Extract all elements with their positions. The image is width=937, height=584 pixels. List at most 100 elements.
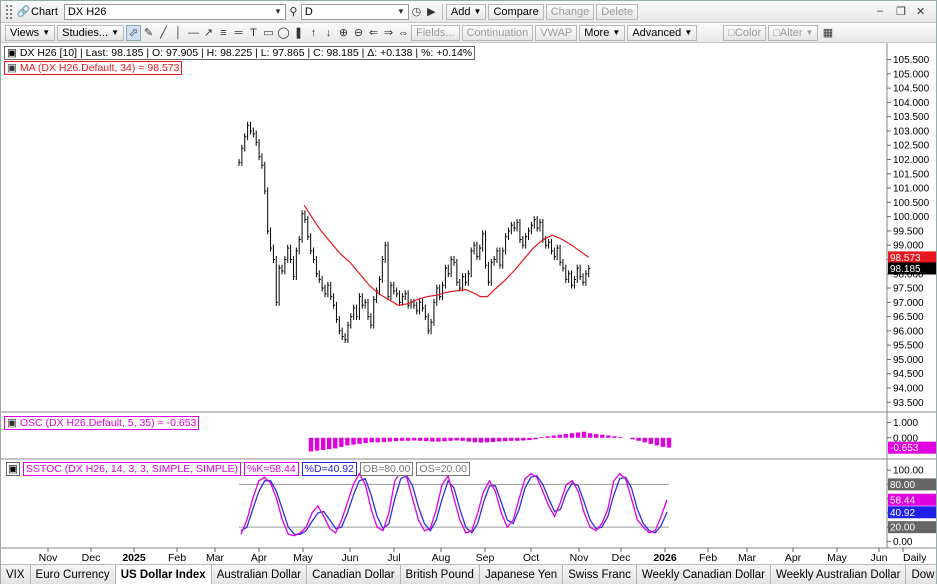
- compare-button[interactable]: Compare: [488, 3, 544, 20]
- tab-weekly-australian-dollar[interactable]: Weekly Australian Dollar: [771, 565, 907, 584]
- time-tick-label: Nov: [39, 552, 58, 564]
- more-button[interactable]: More ▼: [579, 24, 626, 41]
- tab-us-dollar-index[interactable]: US Dollar Index: [115, 565, 212, 584]
- fields-button[interactable]: Fields...: [410, 24, 460, 41]
- tab-dow-jones[interactable]: Dow Jones: [906, 565, 936, 584]
- zoom-in-icon[interactable]: ⊕: [336, 25, 351, 41]
- alter-button[interactable]: □ Alter ▼: [768, 24, 819, 41]
- minimize-icon[interactable]: –: [877, 5, 883, 17]
- scroll-right-icon[interactable]: ⇒: [381, 25, 396, 41]
- chevron-down-icon[interactable]: ▼: [397, 7, 405, 16]
- osc-marker-label: -0.653: [890, 443, 919, 454]
- views-button[interactable]: Views ▼: [5, 24, 56, 41]
- ray-icon[interactable]: ↗: [201, 25, 216, 41]
- oscillator-axis: 1.0000.000: [887, 418, 918, 444]
- pane-menu-icon[interactable]: ▣: [7, 62, 17, 74]
- grid-icon[interactable]: ▦: [820, 25, 835, 41]
- vwap-button[interactable]: VWAP: [535, 24, 578, 41]
- color-label: Color: [734, 26, 762, 39]
- pane-menu-icon[interactable]: ▣: [7, 47, 17, 59]
- price-tick-label: 93.500: [893, 398, 924, 409]
- sstoc-marker-label: 40.92: [890, 508, 915, 519]
- channel-icon[interactable]: ═: [231, 25, 246, 41]
- quote-last: Last: 98.185: [85, 47, 144, 59]
- time-tick-label: May: [827, 552, 848, 564]
- zoom-out-icon[interactable]: ⊖: [351, 25, 366, 41]
- arrow-up-icon[interactable]: ↑: [306, 25, 321, 41]
- symbol-input[interactable]: DX H26 ▼: [63, 3, 286, 20]
- tab-japanese-yen[interactable]: Japanese Yen: [479, 565, 564, 584]
- chevron-down-icon[interactable]: ▼: [274, 7, 282, 16]
- chart-window: 🔗 Chart DX H26 ▼ ⚲ D ▼ ◷ ▶ Add ▼ Compare…: [0, 0, 937, 584]
- drag-grip-icon[interactable]: [5, 3, 13, 20]
- price-tick-label: 102.500: [893, 141, 930, 152]
- link-icon[interactable]: 🔗: [16, 4, 31, 20]
- price-tick-label: 96.500: [893, 312, 924, 323]
- price-tick-label: 94.000: [893, 384, 924, 395]
- advanced-label: Advanced: [632, 26, 682, 39]
- vertical-line-icon[interactable]: │: [171, 25, 186, 41]
- close-icon[interactable]: ✕: [916, 5, 925, 18]
- scroll-left-icon[interactable]: ⇐: [366, 25, 381, 41]
- time-tick-label: Sep: [476, 552, 495, 564]
- pane-menu-icon[interactable]: ▣: [6, 462, 20, 476]
- continuation-button[interactable]: Continuation: [461, 24, 534, 41]
- interval-input[interactable]: D ▼: [300, 3, 409, 20]
- quote-open: O: 97.905: [151, 47, 199, 59]
- tab-british-pound[interactable]: British Pound: [400, 565, 480, 584]
- osc-label[interactable]: ▣ OSC (DX H26.Default, 5, 35) = -0.653: [4, 416, 200, 430]
- sstoc-label-text: SSTOC (DX H26, 14, 3, 3, SIMPLE, SIMPLE): [22, 462, 242, 476]
- rectangle-icon[interactable]: ▭: [261, 25, 276, 41]
- interval-value: D: [304, 5, 313, 18]
- tab-euro-currency[interactable]: Euro Currency: [30, 565, 116, 584]
- price-tick-label: 100.500: [893, 198, 930, 209]
- tab-vix[interactable]: VIX: [1, 565, 31, 584]
- symbol-value: DX H26: [67, 5, 107, 18]
- sstoc-label[interactable]: ▣ SSTOC (DX H26, 14, 3, 3, SIMPLE, SIMPL…: [4, 462, 472, 476]
- price-tick-label: 95.500: [893, 341, 924, 352]
- tab-canadian-dollar[interactable]: Canadian Dollar: [307, 565, 401, 584]
- cursor-icon[interactable]: ⬀: [125, 24, 141, 41]
- clock-icon[interactable]: ◷: [409, 4, 424, 20]
- horizontal-line-icon[interactable]: —: [186, 25, 201, 41]
- line-tool-icon[interactable]: ╱: [156, 25, 171, 41]
- sstoc-marker-label: 80.00: [890, 480, 915, 491]
- window-title: Chart: [31, 5, 58, 18]
- bars-icon[interactable]: ❚: [291, 25, 306, 41]
- color-button[interactable]: □ Color: [723, 24, 767, 41]
- price-tick-label: 103.500: [893, 112, 930, 123]
- price-marker-label: 98.573: [890, 253, 921, 264]
- play-icon[interactable]: ▶: [424, 4, 439, 20]
- ma-label[interactable]: ▣ MA (DX H26.Default, 34) = 98.573: [4, 61, 183, 75]
- ellipse-icon[interactable]: ◯: [276, 25, 291, 41]
- tab-australian-dollar[interactable]: Australian Dollar: [211, 565, 308, 584]
- pencil-icon[interactable]: ✎: [141, 25, 156, 41]
- oscillator-marker: -0.653: [888, 441, 936, 454]
- color-swatch-icon: □: [728, 26, 735, 39]
- delete-button[interactable]: Delete: [596, 3, 639, 20]
- price-tick-label: 104.000: [893, 98, 930, 109]
- compress-icon[interactable]: ⇔: [396, 25, 411, 41]
- price-marker-label: 98.185: [890, 264, 921, 275]
- time-tick-label: Jun: [342, 552, 359, 564]
- advanced-button[interactable]: Advanced ▼: [627, 24, 698, 41]
- arrow-down-icon[interactable]: ↓: [321, 25, 336, 41]
- tab-weekly-canadian-dollar[interactable]: Weekly Canadian Dollar: [636, 565, 771, 584]
- fib-icon[interactable]: ≡: [216, 25, 231, 41]
- price-tick-label: 99.000: [893, 241, 924, 252]
- chart-canvas[interactable]: 105.500 105.000 104.500 104.000 103.500 103.0…: [1, 43, 936, 564]
- restore-icon[interactable]: ❐: [896, 5, 906, 18]
- time-tick-label: Mar: [206, 552, 225, 564]
- search-icon[interactable]: ⚲: [286, 4, 301, 20]
- time-tick-label: Feb: [168, 552, 186, 564]
- time-tick-label: Nov: [570, 552, 589, 564]
- studies-button[interactable]: Studies... ▼: [57, 24, 124, 41]
- add-button[interactable]: Add ▼: [445, 3, 487, 20]
- time-tick-label: Aug: [432, 552, 451, 564]
- text-tool-icon[interactable]: T: [246, 25, 261, 41]
- pane-menu-icon[interactable]: ▣: [7, 417, 17, 429]
- price-tick-label: 97.000: [893, 298, 924, 309]
- chart-toolbar: Views ▼ Studies... ▼ ⬀ ✎ ╱ │ — ↗ ≡ ═ T ▭…: [1, 23, 936, 43]
- tab-swiss-franc[interactable]: Swiss Franc: [563, 565, 637, 584]
- change-button[interactable]: Change: [545, 3, 595, 20]
